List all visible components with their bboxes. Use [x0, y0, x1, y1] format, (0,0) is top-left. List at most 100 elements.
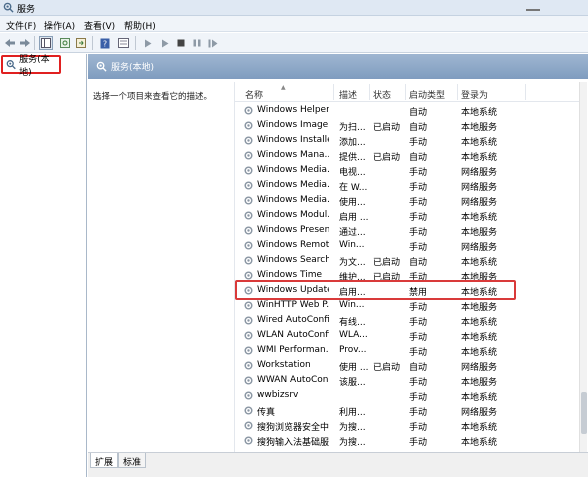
service-startup-type: 手动 — [409, 318, 428, 328]
service-description-cell: 为搜... — [339, 423, 366, 433]
start-service-icon[interactable] — [141, 36, 155, 50]
restart-service-icon[interactable] — [206, 36, 220, 50]
table-row[interactable]: Windows Image... 为扫... 已启动 自动 本地服务 — [235, 118, 581, 133]
table-row[interactable]: Windows Modul... 启用 ... 手动 本地系统 — [235, 208, 581, 223]
service-log-on-as: 本地服务 — [461, 228, 498, 238]
service-gear-icon — [244, 331, 253, 340]
column-header-name[interactable]: 名称 — [245, 88, 263, 101]
help-icon[interactable]: ? — [98, 36, 112, 50]
table-row[interactable]: Windows Media... 使用... 手动 网络服务 — [235, 193, 581, 208]
table-row[interactable]: Windows Media... 在 W... 手动 网络服务 — [235, 178, 581, 193]
service-name: WMI Performan... — [257, 345, 329, 355]
service-log-on-as: 本地系统 — [461, 393, 498, 403]
service-gear-icon — [244, 241, 253, 250]
service-startup-type: 手动 — [409, 183, 428, 193]
table-row[interactable]: Windows Installer 添加... 手动 本地系统 — [235, 133, 581, 148]
table-row[interactable]: Windows Update 启用... 禁用 本地系统 — [235, 283, 581, 298]
column-header-description[interactable]: 描述 — [339, 88, 357, 101]
service-gear-icon — [244, 166, 253, 175]
service-description-cell: 使用... — [339, 198, 366, 208]
list-header: ▲ 名称 描述 状态 启动类型 登录为 — [235, 82, 581, 102]
service-startup-type: 手动 — [409, 423, 428, 433]
menu-view[interactable]: 查看(V) — [84, 19, 115, 32]
table-row[interactable]: Windows Helper... 自动 本地系统 — [235, 103, 581, 118]
service-description-cell: 维护... — [339, 273, 366, 283]
service-startup-type: 手动 — [409, 408, 428, 418]
service-gear-icon — [244, 181, 253, 190]
service-name: Wired AutoConfig — [257, 315, 329, 325]
show-tree-icon[interactable] — [39, 36, 53, 50]
table-row[interactable]: wwbizsrv 手动 本地系统 — [235, 388, 581, 403]
tab-extended[interactable]: 扩展 — [90, 453, 119, 468]
service-gear-icon — [244, 211, 253, 220]
tree-item-label: 服务(本地) — [19, 54, 50, 78]
tree-item-services-local[interactable]: 服务(本地) — [1, 55, 61, 78]
pause-service-icon[interactable] — [190, 36, 204, 50]
sort-ascending-icon: ▲ — [281, 84, 286, 91]
service-name: Windows Presen... — [257, 225, 329, 235]
service-description-cell: 为搜... — [339, 438, 366, 448]
service-log-on-as: 本地系统 — [461, 318, 498, 328]
service-description-cell: WLA... — [339, 330, 368, 340]
column-header-log-on-as[interactable]: 登录为 — [461, 88, 488, 101]
properties-icon[interactable] — [116, 36, 130, 50]
table-row[interactable]: WinHTTP Web P... Win... 手动 本地服务 — [235, 298, 581, 313]
service-startup-type: 手动 — [409, 393, 428, 403]
minimize-icon[interactable] — [526, 1, 540, 11]
service-name: 搜狗输入法基础服... — [257, 438, 329, 448]
export-list-icon[interactable] — [74, 36, 88, 50]
service-description-cell: Prov... — [339, 345, 367, 355]
service-description-cell: 添加... — [339, 138, 366, 148]
service-status: 已启动 — [373, 153, 401, 163]
service-gear-icon — [244, 196, 253, 205]
service-log-on-as: 本地系统 — [461, 438, 498, 448]
horizontal-scrollbar[interactable] — [88, 468, 588, 477]
forward-arrow-icon[interactable] — [18, 36, 32, 50]
service-gear-icon — [244, 316, 253, 325]
table-row[interactable]: Windows Mana... 提供... 已启动 自动 本地系统 — [235, 148, 581, 163]
table-row[interactable]: 搜狗浏览器安全中... 为搜... 手动 本地系统 — [235, 418, 581, 433]
menu-bar: 文件(F) 操作(A) 查看(V) 帮助(H) — [0, 16, 588, 32]
table-row[interactable]: WLAN AutoConfig WLA... 手动 本地系统 — [235, 328, 581, 343]
service-gear-icon — [244, 361, 253, 370]
table-row[interactable]: Windows Remot... Win... 手动 网络服务 — [235, 238, 581, 253]
services-gear-icon — [96, 61, 107, 72]
table-row[interactable]: WMI Performan... Prov... 手动 本地系统 — [235, 343, 581, 358]
service-name: Windows Media... — [257, 180, 329, 190]
table-row[interactable]: Workstation 使用 ... 已启动 自动 网络服务 — [235, 358, 581, 373]
window-controls[interactable] — [522, 1, 582, 14]
table-row[interactable]: Windows Search 为文... 已启动 自动 本地系统 — [235, 253, 581, 268]
column-header-startup-type[interactable]: 启动类型 — [409, 88, 445, 101]
services-gear-icon — [6, 60, 16, 70]
table-row[interactable]: WWAN AutoCon... 该服... 手动 本地服务 — [235, 373, 581, 388]
menu-help[interactable]: 帮助(H) — [124, 19, 156, 32]
menu-action[interactable]: 操作(A) — [44, 19, 75, 32]
table-row[interactable]: 搜狗输入法基础服... 为搜... 手动 本地系统 — [235, 433, 581, 448]
menu-file[interactable]: 文件(F) — [6, 19, 36, 32]
service-name: Windows Remot... — [257, 240, 329, 250]
service-startup-type: 手动 — [409, 303, 428, 313]
service-name: Windows Installer — [257, 135, 329, 145]
table-row[interactable]: Windows Presen... 通过... 手动 本地服务 — [235, 223, 581, 238]
refresh-icon[interactable] — [58, 36, 72, 50]
column-header-status[interactable]: 状态 — [373, 88, 391, 101]
tab-standard[interactable]: 标准 — [118, 453, 147, 468]
table-row[interactable]: 传真 利用... 手动 网络服务 — [235, 403, 581, 418]
service-startup-type: 手动 — [409, 168, 428, 178]
table-row[interactable]: Windows Time 维护... 已启动 手动 本地服务 — [235, 268, 581, 283]
start-service-alt-icon[interactable] — [158, 36, 172, 50]
pane-header: 服务(本地) — [88, 54, 588, 79]
table-row[interactable]: Wired AutoConfig 有线... 手动 本地系统 — [235, 313, 581, 328]
service-log-on-as: 本地系统 — [461, 348, 498, 358]
back-arrow-icon[interactable] — [3, 36, 17, 50]
scrollbar-thumb[interactable] — [581, 392, 587, 434]
service-log-on-as: 网络服务 — [461, 198, 498, 208]
stop-service-icon[interactable] — [174, 36, 188, 50]
vertical-scrollbar[interactable] — [579, 82, 587, 453]
service-gear-icon — [244, 346, 253, 355]
service-gear-icon — [244, 286, 253, 295]
service-status: 已启动 — [373, 123, 401, 133]
pane-header-title: 服务(本地) — [111, 63, 155, 73]
table-row[interactable]: Windows Media... 电视... 手动 网络服务 — [235, 163, 581, 178]
service-log-on-as: 本地系统 — [461, 138, 498, 148]
